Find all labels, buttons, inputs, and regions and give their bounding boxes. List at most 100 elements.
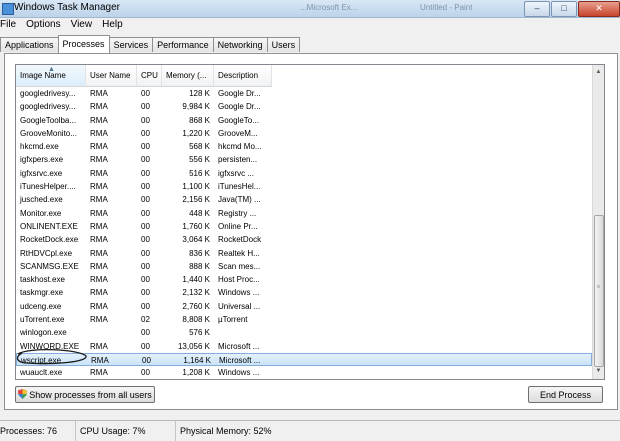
end-process-button[interactable]: End Process bbox=[528, 386, 603, 403]
memory-cell: 516 K bbox=[189, 168, 210, 178]
scroll-up-icon[interactable]: ▲ bbox=[593, 67, 604, 78]
description-cell: iTunesHel... bbox=[218, 182, 261, 192]
image-name-cell: igfxpers.exe bbox=[20, 155, 64, 165]
user-name-cell: RMA bbox=[90, 89, 108, 98]
user-name-cell: RMA bbox=[90, 248, 108, 258]
table-row[interactable]: jusched.exe RMA 00 2,156 K Java(TM) ... bbox=[16, 193, 592, 206]
column-memory[interactable]: Memory (... bbox=[162, 65, 214, 86]
user-name-cell: RMA bbox=[90, 142, 108, 152]
status-processes: Processes: 76 bbox=[0, 421, 76, 441]
tab-processes[interactable]: Processes bbox=[57, 35, 110, 53]
cpu-cell: 00 bbox=[141, 168, 150, 178]
tab-networking[interactable]: Networking bbox=[212, 37, 268, 52]
user-name-cell bbox=[86, 326, 137, 339]
table-row[interactable]: uTorrent.exe RMA 02 8,808 K µTorrent bbox=[16, 313, 592, 326]
memory-cell: 1,440 K bbox=[182, 275, 210, 285]
close-button[interactable]: ✕ bbox=[578, 1, 620, 17]
cpu-cell: 00 bbox=[141, 208, 150, 218]
process-rows: googledrivesy... RMA 00 128 K Google Dr... go… bbox=[16, 87, 592, 379]
cpu-cell: 00 bbox=[141, 182, 150, 192]
description-cell: Universal ... bbox=[218, 301, 261, 311]
description-cell: Host Proc... bbox=[218, 275, 260, 285]
menu-bar: File Options View Help bbox=[0, 18, 620, 33]
tab-services[interactable]: Services bbox=[108, 37, 154, 52]
menu-view[interactable]: View bbox=[66, 18, 98, 33]
user-name-cell: RMA bbox=[90, 155, 108, 165]
description-cell: GoogleTo... bbox=[218, 115, 259, 125]
table-row[interactable]: Monitor.exe RMA 00 448 K Registry ... bbox=[16, 207, 592, 220]
image-name-cell: Monitor.exe bbox=[20, 208, 62, 218]
user-name-cell: RMA bbox=[90, 275, 108, 285]
tab-performance[interactable]: Performance bbox=[152, 37, 214, 52]
table-row[interactable]: wscript.exe RMA 00 1,164 K Microsoft ... bbox=[16, 352, 592, 367]
sort-up-icon: ▲ bbox=[48, 66, 55, 73]
column-header: ▲ Image Name User Name CPU Memory (... D… bbox=[16, 65, 272, 87]
table-row[interactable]: GoogleToolba... RMA 00 868 K GoogleTo... bbox=[16, 114, 592, 127]
table-row[interactable]: igfxpers.exe RMA 00 556 K persisten... bbox=[16, 153, 592, 166]
process-list[interactable]: ▲ Image Name User Name CPU Memory (... D… bbox=[15, 64, 605, 380]
tab-users[interactable]: Users bbox=[266, 37, 301, 52]
menu-options[interactable]: Options bbox=[21, 18, 65, 33]
table-row[interactable]: googledrivesy... RMA 00 9,984 K Google Dr... bbox=[16, 100, 592, 113]
menu-help[interactable]: Help bbox=[97, 18, 128, 33]
table-row[interactable]: GrooveMonito... RMA 00 1,220 K GrooveM... bbox=[16, 127, 592, 140]
cpu-cell: 00 bbox=[141, 195, 150, 205]
user-name-cell: RMA bbox=[90, 235, 108, 245]
table-row[interactable]: taskhost.exe RMA 00 1,440 K Host Proc... bbox=[16, 273, 592, 286]
column-user-name[interactable]: User Name bbox=[86, 65, 137, 86]
cpu-cell: 00 bbox=[141, 155, 150, 165]
vertical-scrollbar[interactable]: ▲ ≡ ▼ bbox=[592, 65, 604, 379]
table-row[interactable]: winlogon.exe 00 576 K bbox=[16, 326, 592, 339]
window-controls: – □ ✕ bbox=[523, 0, 620, 17]
table-row[interactable]: igfxsrvc.exe RMA 00 516 K igfxsrvc ... bbox=[16, 167, 592, 180]
column-image-name[interactable]: ▲ Image Name bbox=[16, 65, 86, 86]
maximize-button[interactable]: □ bbox=[551, 1, 577, 17]
cpu-cell: 00 bbox=[141, 142, 150, 152]
image-name-cell: uTorrent.exe bbox=[20, 315, 65, 325]
scrollbar-thumb[interactable]: ≡ bbox=[594, 215, 604, 367]
memory-cell: 888 K bbox=[189, 261, 210, 271]
table-row[interactable]: wuauclt.exe RMA 00 1,208 K Windows ... bbox=[16, 366, 592, 379]
table-row[interactable]: googledrivesy... RMA 00 128 K Google Dr... bbox=[16, 87, 592, 100]
cpu-cell: 00 bbox=[141, 235, 150, 245]
user-name-cell: RMA bbox=[90, 208, 108, 218]
memory-cell: 3,064 K bbox=[182, 235, 210, 245]
table-row[interactable]: iTunesHelper.... RMA 00 1,100 K iTunesHel... bbox=[16, 180, 592, 193]
image-name-cell: googledrivesy... bbox=[20, 102, 76, 112]
cpu-cell: 00 bbox=[141, 341, 150, 351]
cpu-cell: 00 bbox=[141, 275, 150, 285]
processes-panel: ▲ Image Name User Name CPU Memory (... D… bbox=[4, 53, 618, 410]
column-cpu[interactable]: CPU bbox=[137, 65, 162, 86]
table-row[interactable]: udceng.exe RMA 00 2,760 K Universal ... bbox=[16, 300, 592, 313]
user-name-cell: RMA bbox=[90, 128, 108, 138]
description-cell: Realtek H... bbox=[218, 248, 260, 258]
memory-cell: 568 K bbox=[189, 142, 210, 152]
table-row[interactable]: ONLINENT.EXE RMA 00 1,760 K Online Pr... bbox=[16, 220, 592, 233]
window-title: Windows Task Manager bbox=[14, 2, 120, 13]
table-row[interactable]: SCANMSG.EXE RMA 00 888 K Scan mes... bbox=[16, 260, 592, 273]
image-name-cell: iTunesHelper.... bbox=[20, 182, 76, 192]
table-row[interactable]: RtHDVCpl.exe RMA 00 836 K Realtek H... bbox=[16, 247, 592, 260]
memory-cell: 128 K bbox=[189, 89, 210, 98]
memory-cell: 448 K bbox=[189, 208, 210, 218]
user-name-cell: RMA bbox=[90, 168, 108, 178]
user-name-cell: RMA bbox=[90, 301, 108, 311]
table-row[interactable]: WINWORD.EXE RMA 00 13,056 K Microsoft ... bbox=[16, 340, 592, 353]
minimize-button[interactable]: – bbox=[524, 1, 550, 17]
description-cell: hkcmd Mo... bbox=[218, 142, 262, 152]
user-name-cell: RMA bbox=[90, 182, 108, 192]
memory-cell: 8,808 K bbox=[182, 315, 210, 325]
table-row[interactable]: RocketDock.exe RMA 00 3,064 K RocketDock bbox=[16, 233, 592, 246]
column-description[interactable]: Description bbox=[214, 65, 272, 86]
table-row[interactable]: taskmgr.exe RMA 00 2,132 K Windows ... bbox=[16, 286, 592, 299]
cpu-cell: 00 bbox=[141, 288, 150, 298]
image-name-cell: GrooveMonito... bbox=[20, 128, 77, 138]
menu-file[interactable]: File bbox=[0, 18, 21, 33]
scroll-down-icon[interactable]: ▼ bbox=[593, 366, 604, 377]
background-window-title-2: Untitled - Paint bbox=[420, 3, 473, 12]
cpu-cell: 00 bbox=[141, 328, 150, 338]
show-all-users-button[interactable]: Show processes from all users bbox=[15, 386, 155, 403]
cpu-cell: 00 bbox=[141, 128, 150, 138]
tab-applications[interactable]: Applications bbox=[0, 37, 59, 52]
table-row[interactable]: hkcmd.exe RMA 00 568 K hkcmd Mo... bbox=[16, 140, 592, 153]
